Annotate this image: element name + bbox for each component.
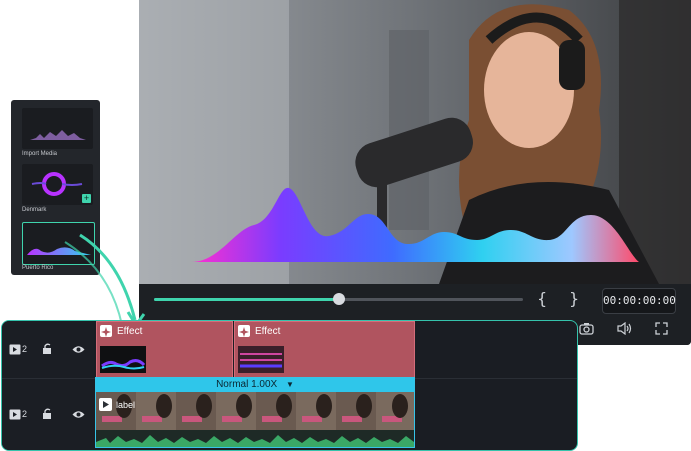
lock-icon[interactable] bbox=[42, 343, 54, 355]
eye-icon[interactable] bbox=[72, 345, 85, 354]
camera-icon[interactable] bbox=[579, 322, 594, 335]
effect-thumbnail bbox=[100, 346, 146, 373]
track-header: 2 bbox=[2, 379, 94, 450]
chevron-down-icon[interactable]: ▼ bbox=[286, 380, 294, 389]
video-clip-label: label bbox=[116, 400, 136, 410]
track-number: 2 bbox=[22, 409, 28, 419]
speed-bar[interactable]: Normal 1.00X ▼ bbox=[96, 378, 414, 392]
sparkle-icon bbox=[238, 325, 250, 337]
play-icon[interactable] bbox=[99, 398, 112, 411]
scrub-progress bbox=[154, 298, 339, 301]
media-label: Import Media bbox=[22, 151, 58, 157]
scrub-handle[interactable] bbox=[333, 293, 345, 305]
effect-clip[interactable]: Effect bbox=[234, 321, 415, 380]
effects-track: 2 Effect Effect bbox=[2, 321, 577, 380]
media-label: Puerto Rico bbox=[22, 265, 54, 271]
sparkle-icon bbox=[100, 325, 112, 337]
track-number: 2 bbox=[22, 344, 28, 354]
track-header: 2 bbox=[2, 321, 94, 378]
video-frame-image bbox=[139, 0, 691, 284]
drag-arrow-indicator bbox=[64, 233, 146, 328]
preview-player: { } 00:00:00:00 bbox=[139, 0, 691, 345]
volume-icon[interactable] bbox=[617, 322, 632, 335]
timecode-display: 00:00:00:00 bbox=[602, 288, 676, 314]
audio-waveform-thumbnail bbox=[30, 130, 86, 140]
effect-clip[interactable]: Effect bbox=[96, 321, 233, 380]
media-thumbnail-denmark[interactable]: + bbox=[22, 164, 93, 205]
mark-out-button[interactable]: } bbox=[569, 289, 579, 308]
video-clip[interactable]: Normal 1.00X ▼ label bbox=[95, 377, 415, 448]
effect-clip-label: Effect bbox=[255, 326, 281, 337]
lock-icon[interactable] bbox=[42, 408, 54, 420]
eye-icon[interactable] bbox=[72, 410, 85, 419]
effect-clip-label: Effect bbox=[117, 326, 143, 337]
media-label: Denmark bbox=[22, 207, 47, 213]
fullscreen-icon[interactable] bbox=[655, 322, 668, 335]
add-to-timeline-plus-icon[interactable]: + bbox=[82, 194, 91, 203]
effect-thumbnail bbox=[238, 346, 284, 373]
video-track-icon bbox=[9, 344, 21, 355]
mark-in-button[interactable]: { bbox=[537, 289, 547, 308]
frame-details-overlay bbox=[102, 394, 408, 422]
speed-label: Normal 1.00X bbox=[216, 379, 278, 390]
video-preview bbox=[139, 0, 691, 284]
media-thumbnail-import[interactable] bbox=[22, 108, 93, 149]
audio-waveform bbox=[96, 430, 414, 447]
video-track-icon bbox=[9, 409, 21, 420]
